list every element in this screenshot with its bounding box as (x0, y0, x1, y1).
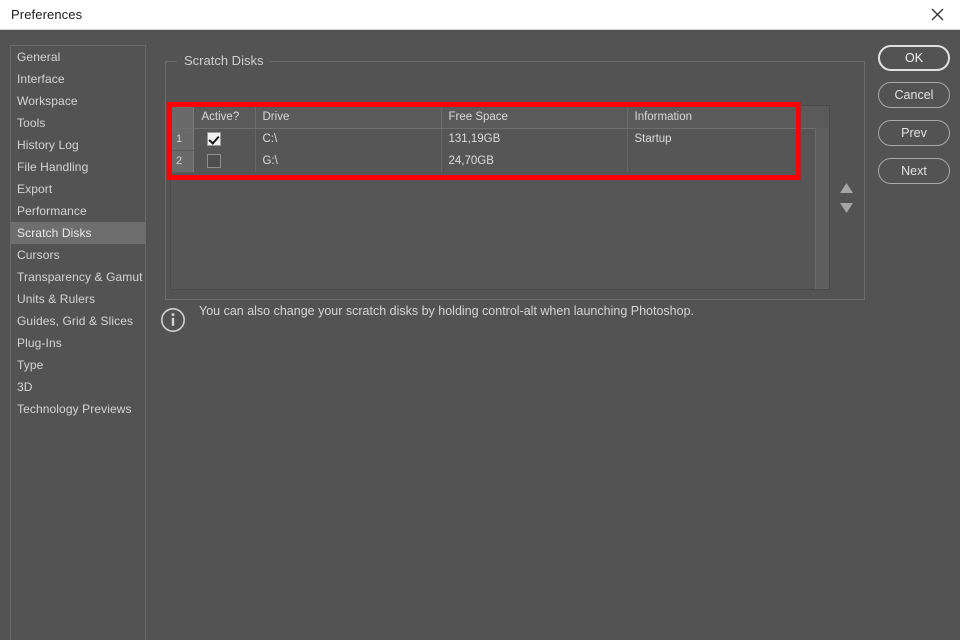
hint-row: You can also change your scratch disks b… (160, 303, 720, 333)
triangle-down-icon[interactable] (838, 203, 854, 213)
next-button[interactable]: Next (878, 158, 950, 184)
information-cell (627, 150, 829, 172)
sidebar-item-history-log[interactable]: History Log (11, 134, 145, 156)
row-index: 2 (171, 150, 194, 173)
free-space-cell: 24,70GB (441, 150, 628, 172)
table-header-row: Active? Drive Free Space Information (171, 106, 829, 129)
column-header-free-space: Free Space (441, 106, 628, 129)
scratch-disks-table[interactable]: Active? Drive Free Space Information 1 C:… (170, 105, 830, 290)
free-space-cell: 131,19GB (441, 128, 628, 150)
hint-text: You can also change your scratch disks b… (199, 304, 694, 318)
preferences-category-list[interactable]: General Interface Workspace Tools History Lo… (10, 45, 146, 640)
ok-button[interactable]: OK (878, 45, 950, 71)
sidebar-item-guides-grid-slices[interactable]: Guides, Grid & Slices (11, 310, 145, 332)
sidebar-item-file-handling[interactable]: File Handling (11, 156, 145, 178)
sidebar-item-performance[interactable]: Performance (11, 200, 145, 222)
sidebar-item-interface[interactable]: Interface (11, 68, 145, 90)
drive-cell: C:\ (255, 128, 442, 150)
table-row[interactable]: 2 G:\ 24,70GB (171, 150, 829, 173)
info-circle-icon (160, 307, 186, 333)
active-checkbox[interactable] (206, 132, 221, 147)
sidebar-item-scratch-disks[interactable]: Scratch Disks (11, 222, 145, 244)
column-header-drive: Drive (255, 106, 442, 129)
active-cell (193, 150, 256, 172)
sidebar-item-export[interactable]: Export (11, 178, 145, 200)
active-cell (193, 128, 256, 150)
sidebar-item-workspace[interactable]: Workspace (11, 90, 145, 112)
sidebar-item-plug-ins[interactable]: Plug-Ins (11, 332, 145, 354)
triangle-up-icon[interactable] (838, 183, 854, 193)
sidebar-item-type[interactable]: Type (11, 354, 145, 376)
window-title: Preferences (11, 7, 83, 22)
row-index: 1 (171, 128, 194, 151)
sidebar-item-tools[interactable]: Tools (11, 112, 145, 134)
dialog-body: General Interface Workspace Tools History Lo… (0, 30, 960, 640)
sidebar-item-cursors[interactable]: Cursors (11, 244, 145, 266)
sidebar-item-general[interactable]: General (11, 46, 145, 68)
title-bar: Preferences (0, 0, 960, 30)
column-header-active: Active? (193, 106, 256, 129)
column-header-index (171, 106, 194, 129)
active-checkbox[interactable] (206, 154, 221, 168)
prev-button[interactable]: Prev (878, 120, 950, 146)
information-cell: Startup (634, 133, 672, 146)
sidebar-item-transparency-gamut[interactable]: Transparency & Gamut (11, 266, 145, 288)
sidebar-item-units-rulers[interactable]: Units & Rulers (11, 288, 145, 310)
column-header-information: Information (627, 106, 829, 129)
preferences-dialog: Preferences General Interface Workspace Too… (0, 0, 960, 640)
group-title: Scratch Disks (177, 52, 271, 70)
drive-cell: G:\ (255, 150, 442, 172)
table-scrollbar[interactable] (815, 128, 829, 289)
cancel-button[interactable]: Cancel (878, 82, 950, 108)
sidebar-item-3d[interactable]: 3D (11, 376, 145, 398)
table-row[interactable]: 1 C:\ 131,19GB Startup (171, 128, 829, 151)
close-icon[interactable] (914, 0, 960, 29)
sidebar-item-technology-previews[interactable]: Technology Previews (11, 398, 145, 420)
